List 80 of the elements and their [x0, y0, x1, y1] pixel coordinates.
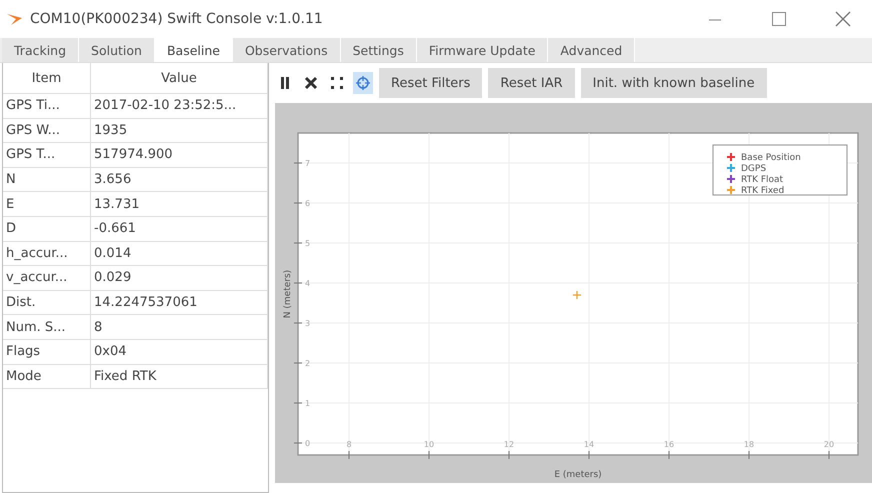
x-axis-label: E (meters) [554, 470, 602, 480]
legend-label: Base Position [741, 153, 801, 163]
legend-label: RTK Float [741, 175, 784, 185]
close-icon[interactable] [835, 11, 851, 27]
crosshair-icon [356, 76, 370, 90]
tab[interactable]: Observations [232, 38, 341, 62]
toolbar-button[interactable]: Init. with known baseline [580, 68, 767, 98]
table-cell: 0.029 [91, 266, 268, 290]
tab[interactable]: Firmware Update [416, 38, 548, 62]
legend-label: RTK Fixed [741, 186, 784, 196]
x-tick-label: 12 [504, 440, 514, 449]
y-tick [294, 202, 302, 204]
table-cell: 0x04 [91, 340, 268, 364]
y-axis-label: N (meters) [283, 270, 293, 318]
x-tick [668, 450, 670, 460]
legend-label: DGPS [741, 164, 766, 174]
y-tick-label: 7 [305, 159, 310, 168]
table-cell: 13.731 [91, 192, 268, 216]
x-tick [828, 450, 830, 460]
toolbar-button[interactable]: Reset IAR [488, 68, 575, 98]
x-tick [508, 450, 510, 460]
x-tick-label: 16 [664, 440, 674, 449]
table-cell: Mode [3, 364, 91, 388]
column-header[interactable]: Item [3, 63, 91, 93]
x-tick-label: 18 [744, 440, 754, 449]
y-tick-label: 2 [305, 359, 310, 368]
table-cell: h_accur... [3, 242, 91, 266]
x-tick [348, 450, 350, 460]
close-icon [304, 76, 318, 90]
y-tick-label: 0 [305, 439, 310, 448]
y-tick-label: 1 [305, 399, 310, 408]
y-tick-label: 3 [305, 319, 310, 328]
fullscreen-icon [330, 76, 344, 90]
table-cell: 3.656 [91, 168, 268, 192]
x-tick [428, 450, 430, 460]
y-tick [294, 362, 302, 364]
table-cell: 1935 [91, 118, 268, 142]
table-cell: Num. S... [3, 315, 91, 339]
y-tick [294, 282, 302, 284]
tab[interactable]: Settings [340, 38, 417, 62]
y-tick [294, 402, 302, 404]
window-title: COM10(PK000234) Swift Console v:1.0.11 [30, 11, 323, 27]
tab[interactable]: Baseline [154, 38, 233, 62]
tab[interactable]: Tracking [2, 38, 80, 62]
y-tick-label: 4 [305, 279, 310, 288]
y-tick-label: 5 [305, 239, 310, 248]
y-tick [294, 242, 302, 244]
x-tick-label: 20 [824, 440, 834, 449]
table-cell: 0.014 [91, 242, 268, 266]
tab[interactable]: Solution [79, 38, 155, 62]
table-cell: N [3, 168, 91, 192]
table-cell: E [3, 192, 91, 216]
table-cell: Dist. [3, 290, 91, 314]
table-cell: 14.2247537061 [91, 290, 268, 314]
table-cell: D [3, 216, 91, 241]
table-cell: GPS Ti... [3, 94, 91, 118]
x-tick [588, 450, 590, 460]
app-logo-icon [6, 12, 24, 26]
table-cell: v_accur... [3, 266, 91, 290]
table-cell: Flags [3, 340, 91, 364]
y-tick [294, 322, 302, 324]
x-tick-label: 8 [346, 440, 352, 449]
column-header[interactable]: Value [91, 63, 268, 93]
tab[interactable]: Advanced [548, 38, 636, 62]
table-cell: -0.661 [91, 216, 268, 241]
y-tick [294, 162, 302, 164]
y-tick-label: 6 [305, 199, 310, 208]
table-cell: 2017-02-10 23:52:5... [91, 94, 268, 118]
table-cell: 8 [91, 315, 268, 339]
table-cell: Fixed RTK [91, 364, 268, 388]
maximize-icon[interactable] [771, 11, 787, 27]
pause-icon [280, 76, 290, 90]
x-tick-label: 10 [424, 440, 434, 449]
x-tick-label: 14 [584, 440, 594, 449]
x-tick [748, 450, 750, 460]
y-tick [294, 442, 302, 444]
table-cell: GPS W... [3, 118, 91, 142]
table-cell: 517974.900 [91, 143, 268, 167]
table-cell: GPS T... [3, 143, 91, 167]
toolbar-button[interactable]: Reset Filters [379, 68, 482, 98]
